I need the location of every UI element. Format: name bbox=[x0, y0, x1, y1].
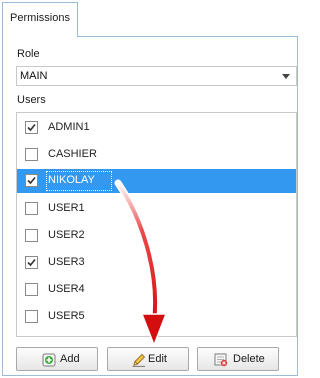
delete-icon bbox=[214, 353, 228, 367]
checkbox[interactable] bbox=[25, 202, 38, 215]
list-item-label: ADMIN1 bbox=[48, 121, 90, 133]
list-item-selected[interactable]: NIKOLAY bbox=[17, 169, 296, 193]
role-label: Role bbox=[17, 48, 40, 60]
add-button-label: Add bbox=[60, 353, 80, 365]
delete-button[interactable]: Delete bbox=[197, 347, 279, 371]
list-item-label: USER2 bbox=[48, 229, 85, 241]
list-item-label: USER4 bbox=[48, 283, 85, 295]
checkbox[interactable] bbox=[25, 121, 38, 134]
delete-button-label: Delete bbox=[233, 353, 265, 365]
checkbox[interactable] bbox=[25, 310, 38, 323]
list-item[interactable]: USER5 bbox=[17, 305, 296, 329]
users-label: Users bbox=[17, 94, 46, 106]
list-item[interactable]: USER3 bbox=[17, 251, 296, 275]
role-dropdown-value: MAIN bbox=[20, 70, 48, 82]
list-item[interactable]: USER2 bbox=[17, 224, 296, 248]
chevron-down-icon[interactable] bbox=[282, 74, 290, 79]
list-item[interactable]: USER4 bbox=[17, 278, 296, 302]
add-button[interactable]: Add bbox=[16, 347, 98, 371]
edit-button-label: Edit bbox=[148, 353, 167, 365]
list-item-label: CASHIER bbox=[48, 148, 97, 160]
checkbox[interactable] bbox=[25, 283, 38, 296]
add-icon bbox=[42, 353, 56, 367]
list-item-label: USER3 bbox=[48, 256, 85, 268]
checkbox[interactable] bbox=[25, 174, 38, 187]
tab-permissions[interactable]: Permissions bbox=[2, 2, 78, 37]
list-item[interactable]: ADMIN1 bbox=[17, 116, 296, 140]
tab-joint bbox=[3, 36, 77, 38]
checkbox[interactable] bbox=[25, 229, 38, 242]
list-item[interactable]: USER1 bbox=[17, 197, 296, 221]
tab-strip: Permissions bbox=[0, 0, 300, 37]
edit-button[interactable]: Edit bbox=[107, 347, 189, 371]
users-list[interactable]: ADMIN1 CASHIER NIKOLAY USER1 USER2 USER3… bbox=[16, 112, 297, 337]
checkbox[interactable] bbox=[25, 148, 38, 161]
list-item[interactable]: CASHIER bbox=[17, 143, 296, 167]
list-item-label: USER1 bbox=[48, 202, 85, 214]
role-dropdown[interactable]: MAIN bbox=[16, 66, 297, 86]
list-item-label: NIKOLAY bbox=[48, 174, 95, 186]
pencil-icon bbox=[132, 353, 146, 367]
checkbox[interactable] bbox=[25, 256, 38, 269]
list-item-label: USER5 bbox=[48, 310, 85, 322]
